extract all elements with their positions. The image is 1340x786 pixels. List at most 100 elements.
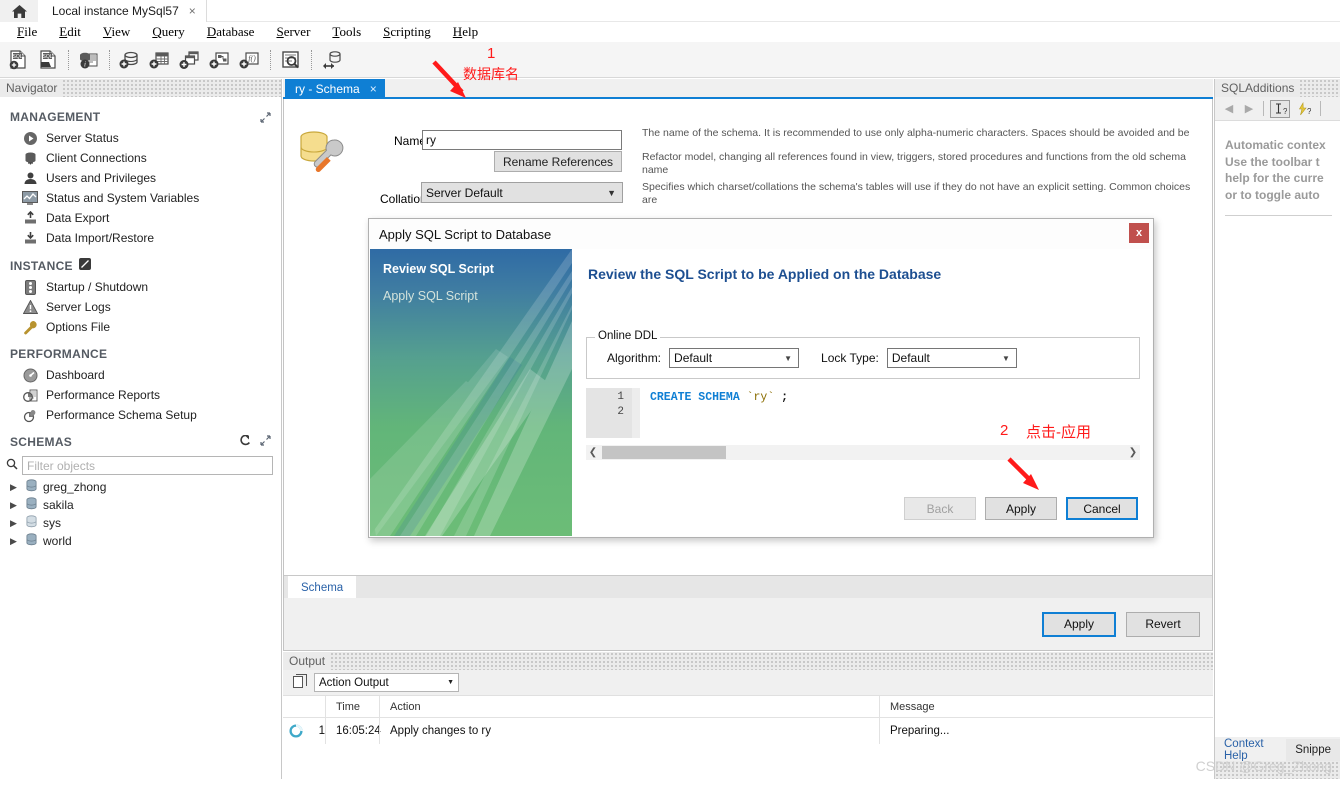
sql-editor-hscrollbar[interactable]: ❮ ❯ — [586, 445, 1140, 460]
schema-list-item[interactable]: ▶ sys — [0, 514, 281, 532]
apply-button[interactable]: Apply — [1042, 611, 1116, 637]
action-output-select[interactable]: Action Output ▼ — [314, 673, 459, 692]
schema-list-item[interactable]: ▶ world — [0, 532, 281, 550]
sidebar-item-performance-schema-setup[interactable]: Performance Schema Setup — [0, 405, 281, 425]
context-help-icon[interactable]: ? — [1270, 99, 1290, 118]
menu-scripting[interactable]: Scripting — [372, 24, 442, 40]
nav-group-label: SCHEMAS — [10, 435, 73, 449]
search-data-icon[interactable] — [277, 45, 305, 75]
online-ddl-fieldset: Online DDL Algorithm: Default ▼ Lock Typ… — [586, 330, 1140, 379]
schema-list-item[interactable]: ▶ sakila — [0, 496, 281, 514]
expand-icon[interactable] — [260, 435, 271, 449]
chevron-right-icon[interactable]: ▶ — [10, 482, 20, 493]
reconnect-server-icon[interactable] — [318, 45, 346, 75]
cancel-button[interactable]: Cancel — [1066, 497, 1138, 520]
sidebar-item-options-file[interactable]: Options File — [0, 317, 281, 337]
close-icon[interactable]: × — [189, 5, 196, 17]
expand-icon[interactable] — [260, 111, 271, 123]
instance-badge-icon — [78, 258, 91, 273]
sidebar-item-users-privileges[interactable]: Users and Privileges — [0, 168, 281, 188]
menu-tools[interactable]: Tools — [321, 24, 372, 40]
header-dots — [330, 652, 1213, 670]
chevron-right-icon[interactable]: ▶ — [10, 500, 20, 511]
menu-edit[interactable]: Edit — [48, 24, 92, 40]
chevron-right-icon[interactable]: ▶ — [10, 536, 20, 547]
home-button[interactable] — [0, 0, 38, 22]
column-time: Time — [325, 696, 379, 717]
output-toolbar: Action Output ▼ — [283, 670, 1213, 696]
filter-objects-input[interactable] — [22, 456, 273, 475]
chevron-down-icon: ▼ — [447, 679, 454, 686]
lock-type-select[interactable]: Default ▼ — [886, 348, 1017, 368]
new-sql-tab-icon[interactable]: SQL — [4, 45, 32, 75]
sidebar-item-label: Dashboard — [46, 368, 105, 382]
create-schema-icon[interactable] — [116, 45, 144, 75]
menu-help[interactable]: Help — [442, 24, 489, 40]
open-sql-script-icon[interactable]: SQL — [34, 45, 62, 75]
sidebar-item-label: Users and Privileges — [46, 171, 157, 185]
collation-select[interactable]: Server Default ▼ — [421, 182, 623, 203]
connect-server-info-icon[interactable]: i — [75, 45, 103, 75]
algorithm-select[interactable]: Default ▼ — [669, 348, 800, 368]
dialog-step-review[interactable]: Review SQL Script — [370, 249, 572, 276]
sidebar-item-label: Options File — [46, 320, 111, 334]
sidebar-item-label: Data Import/Restore — [46, 231, 155, 245]
refresh-icon[interactable] — [239, 434, 252, 449]
row-time: 16:05:24 — [325, 718, 381, 744]
sidebar-item-label: Performance Schema Setup — [46, 408, 197, 422]
sidebar-item-dashboard[interactable]: Dashboard — [0, 365, 281, 385]
close-icon[interactable]: × — [370, 82, 377, 96]
apply-button[interactable]: Apply — [985, 497, 1057, 520]
output-table-header: Time Action Message — [283, 696, 1213, 718]
forward-arrow-icon[interactable]: ▶ — [1241, 102, 1257, 115]
chevron-down-icon: ▼ — [607, 187, 616, 198]
create-table-icon[interactable] — [146, 45, 174, 75]
menu-view[interactable]: View — [92, 24, 141, 40]
sidebar-item-startup-shutdown[interactable]: Startup / Shutdown — [0, 277, 281, 297]
annotation-1-number: 1 — [487, 45, 496, 62]
sidebar-item-performance-reports[interactable]: Performance Reports — [0, 385, 281, 405]
schema-name-input[interactable] — [422, 130, 622, 150]
schema-list-item[interactable]: ▶ greg_zhong — [0, 478, 281, 496]
fieldset-legend: Online DDL — [595, 330, 661, 342]
menu-server[interactable]: Server — [265, 24, 321, 40]
sidebar-item-client-connections[interactable]: Client Connections — [0, 148, 281, 168]
create-view-icon[interactable] — [176, 45, 204, 75]
sidebar-item-data-export[interactable]: Data Export — [0, 208, 281, 228]
sql-additions-header: SQLAdditions — [1215, 79, 1340, 97]
menu-database[interactable]: Database — [196, 24, 266, 40]
create-stored-procedure-icon[interactable] — [206, 45, 234, 75]
auto-context-help-icon[interactable]: ? — [1294, 100, 1314, 118]
connection-tab[interactable]: Local instance MySql57 × — [38, 0, 207, 22]
back-arrow-icon[interactable]: ◀ — [1221, 102, 1237, 115]
scroll-thumb[interactable] — [602, 446, 726, 459]
line-number: 1 — [617, 391, 624, 403]
revert-button[interactable]: Revert — [1126, 611, 1200, 637]
menu-file[interactable]: File — [6, 24, 48, 40]
collation-hint: Specifies which charset/collations the s… — [642, 181, 1191, 206]
sidebar-item-data-import[interactable]: Data Import/Restore — [0, 228, 281, 248]
svg-text:SQL: SQL — [12, 54, 22, 60]
chevron-right-icon[interactable]: ▶ — [10, 518, 20, 529]
tab-schema[interactable]: Schema — [288, 576, 357, 599]
create-function-icon[interactable]: f() — [236, 45, 264, 75]
sidebar-item-server-status[interactable]: Server Status — [0, 128, 281, 148]
sidebar-item-status-variables[interactable]: Status and System Variables — [0, 188, 281, 208]
sql-additions-panel: SQLAdditions ◀ ▶ ? ? Automatic contex Us… — [1214, 79, 1340, 779]
scroll-right-icon[interactable]: ❯ — [1126, 447, 1140, 458]
tab-label: ry - Schema — [295, 82, 360, 96]
close-icon[interactable]: x — [1129, 223, 1149, 243]
svg-text:?: ? — [1307, 107, 1311, 116]
home-icon — [11, 4, 28, 19]
output-panel-icon[interactable] — [293, 674, 307, 691]
sidebar-item-server-logs[interactable]: Server Logs — [0, 297, 281, 317]
tab-ry-schema[interactable]: ry - Schema × — [285, 79, 385, 99]
connection-tab-label: Local instance MySql57 — [52, 4, 179, 18]
rename-references-button[interactable]: Rename References — [494, 151, 622, 172]
table-row[interactable]: 1 16:05:24 Apply changes to ry Preparing… — [283, 718, 1213, 744]
sidebar-item-label: Data Export — [46, 211, 110, 225]
row-action: Apply changes to ry — [379, 718, 879, 744]
scroll-left-icon[interactable]: ❮ — [586, 447, 600, 458]
annotation-2-text: 点击-应用 — [1026, 424, 1091, 441]
menu-query[interactable]: Query — [141, 24, 196, 40]
